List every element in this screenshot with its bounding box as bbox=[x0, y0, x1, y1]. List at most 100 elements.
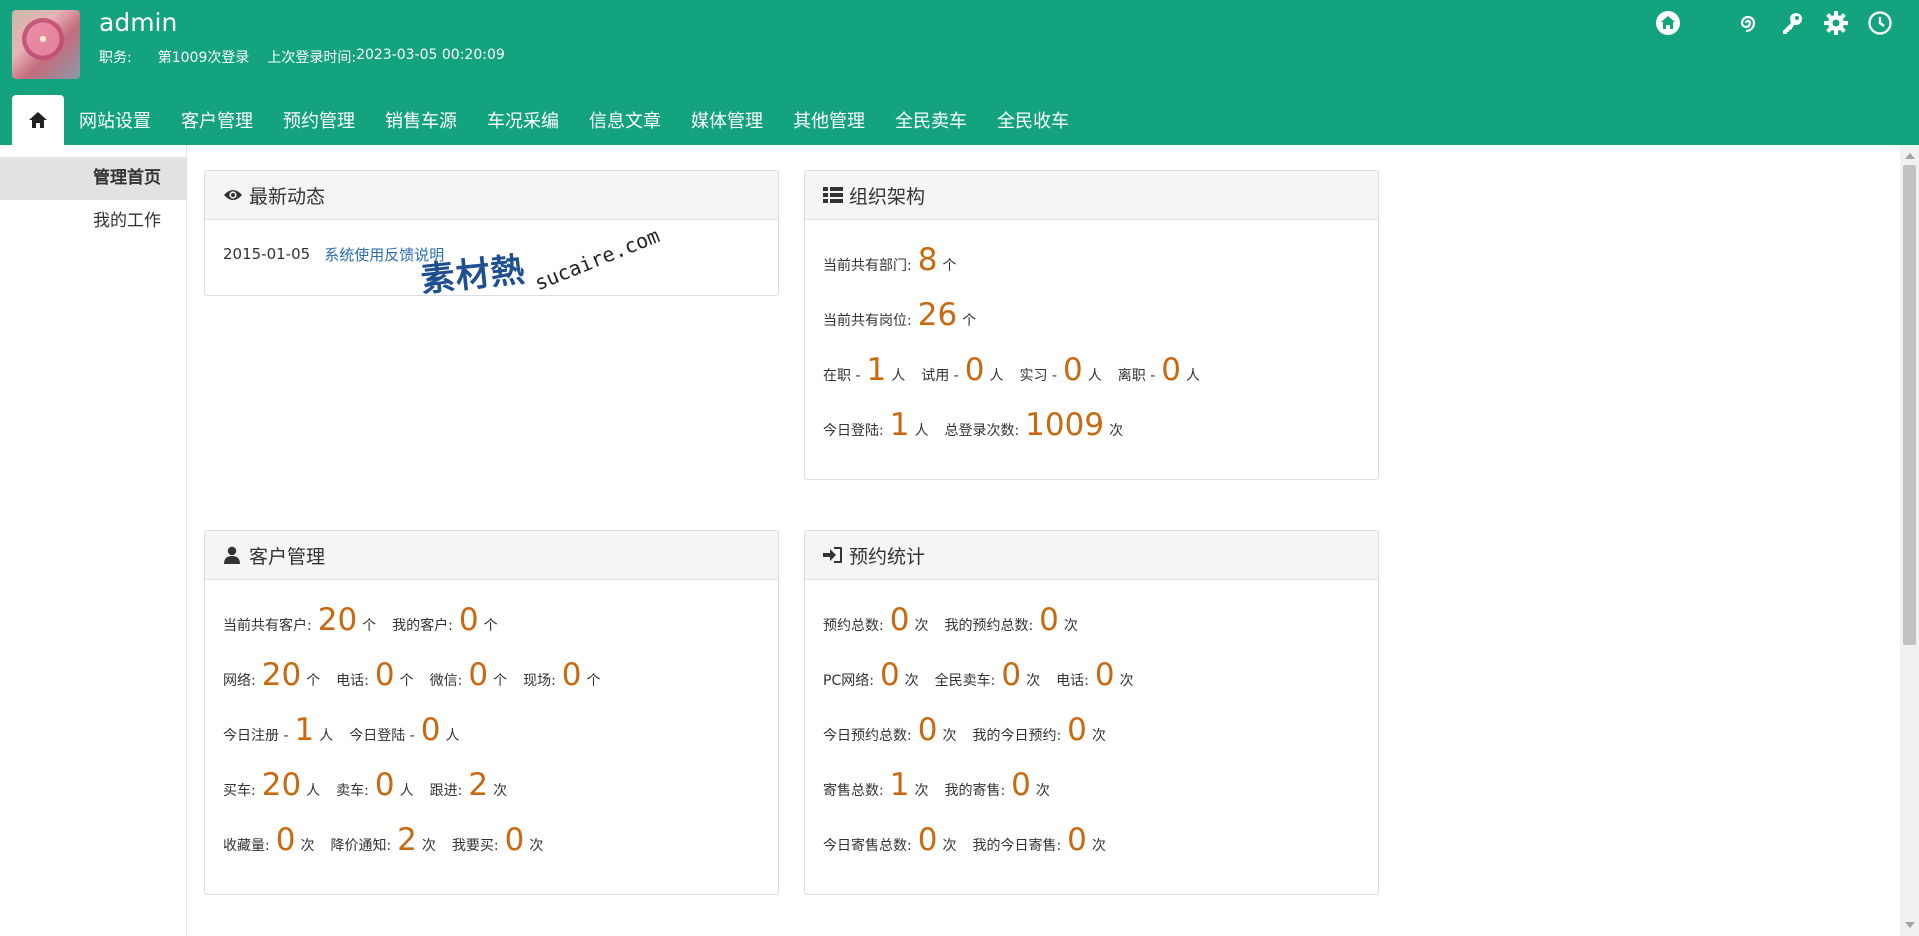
stat-label: 总登录次数: bbox=[944, 423, 1020, 439]
stat-unit: 次 bbox=[300, 838, 315, 854]
stat-unit: 人 bbox=[989, 368, 1004, 384]
page-scrollbar[interactable] bbox=[1900, 145, 1919, 936]
stat-unit: 人 bbox=[306, 783, 321, 799]
news-link[interactable]: 系统使用反馈说明 bbox=[324, 244, 444, 265]
panel-customer: 客户管理 当前共有客户: 20 个 我的客户: 0 个 网络: 20 个 电话: 0 个 微信:… bbox=[204, 530, 779, 895]
sidebar-item-my-work[interactable]: 我的工作 bbox=[0, 200, 186, 243]
stat-unit: 个 bbox=[586, 673, 601, 689]
stat-unit: 个 bbox=[493, 673, 508, 689]
stat-unit: 次 bbox=[1091, 728, 1106, 744]
stat-value: 0 bbox=[420, 712, 441, 748]
stat-value: 0 bbox=[1067, 822, 1087, 858]
stat-value: 26 bbox=[917, 297, 958, 333]
stat-value: 1 bbox=[889, 407, 910, 443]
stat-value: 1009 bbox=[1025, 407, 1105, 443]
news-date: 2015-01-05 bbox=[223, 245, 311, 263]
stat-value: 0 bbox=[561, 657, 582, 693]
stat-unit: 人 bbox=[399, 783, 414, 799]
stat-unit: 次 bbox=[529, 838, 544, 854]
nav-tab-buy-car[interactable]: 全民收车 bbox=[982, 95, 1084, 145]
stat-label: PC网络: bbox=[823, 673, 874, 689]
stat-label: 我的预约总数: bbox=[944, 618, 1034, 634]
stat-value: 0 bbox=[1067, 712, 1087, 748]
stat-label: 我的客户: bbox=[392, 618, 453, 634]
stat-label: 现场: bbox=[523, 673, 556, 689]
stat-label: 在职 - bbox=[823, 368, 861, 384]
stat-line: 在职 -1人 试用 -0人 实习 -0人 离职 -0人 bbox=[823, 344, 1360, 399]
nav-tab-articles[interactable]: 信息文章 bbox=[574, 95, 676, 145]
stat-unit: 次 bbox=[1035, 783, 1050, 799]
gear-icon[interactable] bbox=[1823, 10, 1849, 36]
panel-customer-title: 客户管理 bbox=[249, 545, 326, 568]
nav-tab-site-settings[interactable]: 网站设置 bbox=[64, 95, 166, 145]
stat-label: 今日预约总数: bbox=[823, 728, 912, 744]
stat-unit: 次 bbox=[942, 838, 957, 854]
stat-label: 实习 - bbox=[1019, 368, 1058, 384]
nav-tab-customers[interactable]: 客户管理 bbox=[166, 95, 268, 145]
stat-value: 0 bbox=[458, 602, 479, 638]
stat-label: 我的寄售: bbox=[944, 783, 1006, 799]
stat-label: 今日注册 - bbox=[223, 728, 289, 744]
nav-tab-sales-cars[interactable]: 销售车源 bbox=[370, 95, 472, 145]
main-nav: 网站设置 客户管理 预约管理 销售车源 车况采编 信息文章 媒体管理 其他管理 … bbox=[12, 95, 1084, 145]
stat-value: 2 bbox=[397, 822, 417, 858]
role-label: 职务: bbox=[99, 50, 132, 66]
stat-unit: 人 bbox=[1186, 368, 1200, 384]
panel-news: 最新动态 2015-01-05 系统使用反馈说明 bbox=[204, 170, 779, 296]
stat-value: 2 bbox=[468, 767, 489, 803]
sign-in-icon bbox=[823, 545, 843, 565]
stat-value: 8 bbox=[917, 242, 938, 278]
stat-value: 20 bbox=[261, 767, 302, 803]
stat-label: 跟进: bbox=[429, 783, 463, 799]
username: admin bbox=[99, 8, 178, 37]
stat-label: 收藏量: bbox=[223, 838, 270, 854]
scroll-down-icon[interactable] bbox=[1905, 922, 1915, 928]
scroll-thumb[interactable] bbox=[1903, 165, 1916, 645]
nav-home-tab[interactable] bbox=[12, 95, 64, 145]
stat-unit: 人 bbox=[445, 728, 460, 744]
stat-unit: 次 bbox=[1091, 838, 1106, 854]
nav-tab-sell-car[interactable]: 全民卖车 bbox=[880, 95, 982, 145]
avatar-image bbox=[22, 18, 64, 60]
stat-unit: 个 bbox=[942, 258, 957, 274]
stat-unit: 次 bbox=[1026, 673, 1041, 689]
stat-label: 今日寄售总数: bbox=[823, 838, 912, 854]
sidebar-item-dashboard[interactable]: 管理首页 bbox=[0, 157, 186, 200]
key-icon[interactable] bbox=[1779, 10, 1805, 36]
panel-booking-header: 预约统计 bbox=[805, 531, 1378, 580]
stat-line: 当前共有岗位: 26 个 bbox=[823, 289, 1360, 344]
stat-label: 今日登陆 - bbox=[349, 728, 415, 744]
list-icon bbox=[823, 185, 843, 205]
panel-booking: 预约统计 预约总数: 0 次 我的预约总数: 0 次 PC网络: 0 次 全民卖车: 0 次 电… bbox=[804, 530, 1379, 895]
stat-unit: 次 bbox=[1063, 618, 1078, 634]
stat-value: 0 bbox=[1161, 352, 1181, 388]
stat-line: 今日登陆: 1 人 总登录次数: 1009 次 bbox=[823, 399, 1360, 454]
stat-line: 当前共有客户: 20 个 我的客户: 0 个 bbox=[223, 594, 760, 649]
stat-label: 我的今日预约: bbox=[972, 728, 1062, 744]
list-item: 2015-01-05 系统使用反馈说明 bbox=[223, 234, 760, 274]
avatar[interactable] bbox=[12, 10, 80, 79]
home-circle-icon[interactable] bbox=[1655, 10, 1681, 36]
stat-value: 0 bbox=[917, 822, 938, 858]
stat-label: 预约总数: bbox=[823, 618, 884, 634]
stat-label: 降价通知: bbox=[330, 838, 392, 854]
stat-line: 今日注册 -1人 今日登陆 -0人 bbox=[223, 704, 760, 759]
last-login-label: 上次登录时间: bbox=[267, 50, 357, 66]
stat-line: 寄售总数: 1 次 我的寄售: 0 次 bbox=[823, 759, 1360, 814]
panel-org-body: 当前共有部门: 8 个 当前共有岗位: 26 个 在职 -1人 试用 -0人 实习 -0… bbox=[805, 220, 1378, 468]
clock-icon[interactable] bbox=[1867, 10, 1893, 36]
spiral-icon[interactable] bbox=[1735, 10, 1761, 36]
nav-tab-car-inspection[interactable]: 车况采编 bbox=[472, 95, 574, 145]
stat-unit: 个 bbox=[399, 673, 414, 689]
stat-label: 今日登陆: bbox=[823, 423, 884, 439]
nav-tab-other[interactable]: 其他管理 bbox=[778, 95, 880, 145]
nav-tab-bookings[interactable]: 预约管理 bbox=[268, 95, 370, 145]
stat-unit: 次 bbox=[914, 618, 929, 634]
stat-value: 0 bbox=[504, 822, 525, 858]
sidebar-top-gap bbox=[0, 145, 186, 157]
stat-value: 0 bbox=[879, 657, 900, 693]
stat-label: 网络: bbox=[223, 673, 256, 689]
scroll-up-icon[interactable] bbox=[1905, 153, 1915, 159]
nav-tab-media[interactable]: 媒体管理 bbox=[676, 95, 778, 145]
panel-customer-body: 当前共有客户: 20 个 我的客户: 0 个 网络: 20 个 电话: 0 个 微信: 0 个 现场… bbox=[205, 580, 778, 883]
